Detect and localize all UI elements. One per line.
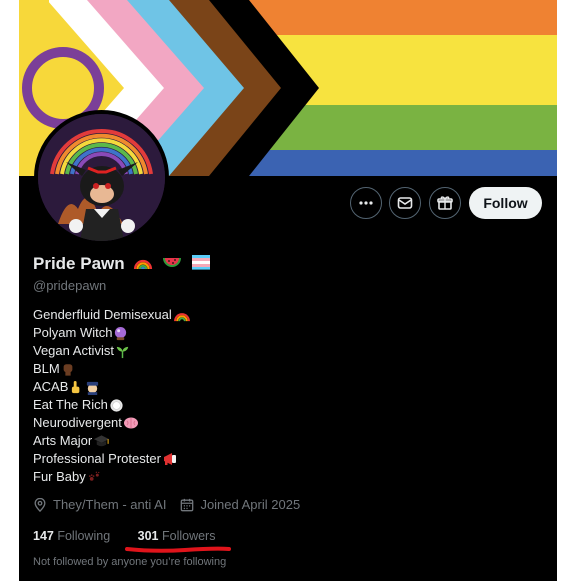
bio-text: Neurodivergent [33,415,122,430]
message-button[interactable] [389,187,421,219]
profile-meta: They/Them - anti AI Joined April 2025 [33,497,300,512]
bio-line: Professional Protester [33,450,191,468]
raised-fist-emoji [61,362,75,377]
middle-finger-police-emoji [69,380,101,395]
bio-line: Fur Baby [33,468,191,486]
bio-text: ACAB [33,379,69,394]
red-underline-annotation [125,546,231,553]
bio-line: ACAB [33,378,191,396]
bio-text: Arts Major [33,433,93,448]
follow-button[interactable]: Follow [469,187,542,219]
page-margin-left [0,0,19,581]
bio-text: Vegan Activist [33,343,114,358]
seedling-emoji [115,344,130,359]
rainbow-emoji [173,308,191,322]
display-name: Pride Pawn [33,254,125,273]
message-icon [397,197,413,209]
bio-line: Genderfluid Demisexual [33,306,191,324]
avatar-illustration [38,114,165,241]
bio-text: Eat The Rich [33,397,108,412]
followers-label: Followers [161,529,216,543]
brain-emoji [123,416,139,430]
bio-line: Arts Major [33,432,191,450]
display-name-row: Pride Pawn [33,254,211,275]
more-button[interactable] [350,187,382,219]
bio-line: Vegan Activist [33,342,191,360]
following-count: 147 [33,529,54,543]
joined-text: Joined April 2025 [200,497,301,512]
location-text: They/Them - anti AI [53,497,167,512]
graduation-cap-emoji [93,434,110,448]
bio: Genderfluid Demisexual Polyam Witch Vega… [33,306,191,486]
bio-text: BLM [33,361,60,376]
page-margin-right [557,0,586,581]
plate-emoji [109,398,124,413]
bio-line: Neurodivergent [33,414,191,432]
crystal-ball-emoji [113,326,128,341]
avatar[interactable] [34,110,169,245]
profile-panel: Follow Pride Pawn @pridepawn Genderfluid… [19,0,557,581]
watermelon-emoji [162,254,182,275]
followers-count: 301 [137,529,159,543]
bio-text: Fur Baby [33,469,86,484]
bio-line: BLM [33,360,191,378]
bio-line: Eat The Rich [33,396,191,414]
bio-text: Professional Protester [33,451,161,466]
rainbow-emoji [133,254,153,275]
calendar-icon [181,498,194,511]
following-label: Following [57,529,111,543]
profile-actions: Follow [19,187,557,221]
location-icon [34,497,46,512]
follow-stats: 147 Following 301 Followers [33,529,215,543]
gift-icon [437,196,453,210]
megaphone-emoji [162,452,178,466]
more-icon [359,201,373,205]
following-link[interactable]: 147 Following [33,529,110,543]
handle: @pridepawn [33,278,107,293]
paw-prints-emoji [87,470,102,484]
bio-text: Genderfluid Demisexual [33,307,172,322]
bio-line: Polyam Witch [33,324,191,342]
trans-flag-emoji [191,254,211,275]
bio-text: Polyam Witch [33,325,113,340]
followers-link[interactable]: 301 Followers [138,529,216,543]
gift-button[interactable] [429,187,461,219]
not-followed-notice: Not followed by anyone you’re following [33,556,227,568]
